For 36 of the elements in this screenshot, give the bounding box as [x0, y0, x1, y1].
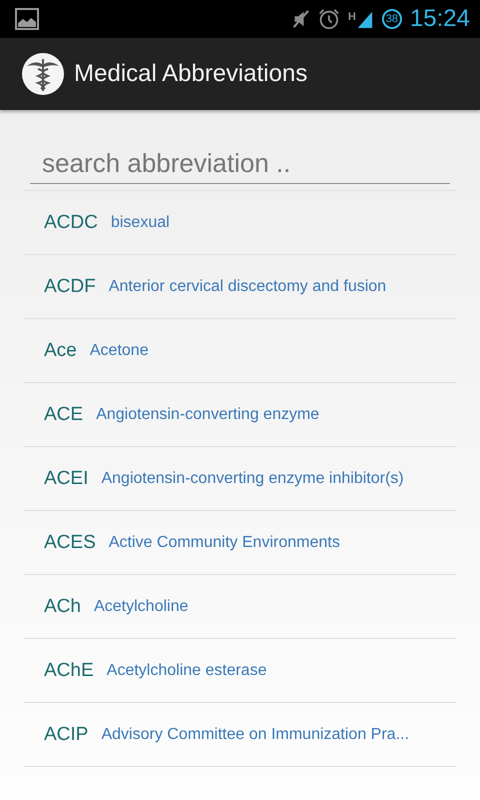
battery-level: 38	[382, 9, 402, 29]
abbreviation: ACDC	[44, 212, 98, 234]
abbreviation-row[interactable]: ACES Active Community Environments	[24, 511, 456, 575]
search-field[interactable]: search abbreviation ..	[30, 144, 450, 184]
abbreviation: ACES	[44, 532, 96, 554]
abbreviation: ACE	[44, 404, 84, 426]
abbreviation-meaning: Acetone	[90, 342, 148, 360]
abbreviation: ACIP	[44, 724, 88, 746]
abbreviation: AChE	[44, 660, 94, 682]
abbreviation-row[interactable]: ACE Angiotensin-converting enzyme	[24, 383, 456, 447]
abbreviation-meaning: bisexual	[110, 214, 170, 232]
abbreviation-row[interactable]: AChE Acetylcholine esterase	[24, 639, 456, 703]
abbreviation-row[interactable]: ACIP Advisory Committee on Immunization Pra...	[24, 703, 456, 767]
abbreviation-meaning: Angiotensin-converting enzyme inhibitor(s)	[101, 470, 404, 488]
abbreviation-meaning: Anterior cervical discectomy and fusion	[108, 278, 386, 296]
alarm-icon	[318, 8, 340, 30]
clock: 15:24	[410, 5, 470, 33]
caduceus-icon	[21, 52, 65, 96]
abbreviation: ACEI	[44, 468, 88, 490]
abbreviation: ACDF	[44, 276, 96, 298]
abbreviation-meaning: Acetylcholine	[94, 598, 188, 616]
abbreviation-row[interactable]: ACDF Anterior cervical discectomy and fusion	[24, 255, 456, 319]
abbreviation: ACh	[44, 596, 81, 618]
abbreviation-row[interactable]: Ace Acetone	[24, 319, 456, 383]
abbreviation-row[interactable]: ACEI Angiotensin-converting enzyme inhibitor(s)	[24, 447, 456, 511]
abbreviation-meaning: Angiotensin-converting enzyme	[96, 406, 320, 424]
image-icon	[15, 8, 39, 30]
abbreviation-meaning: Active Community Environments	[108, 534, 340, 552]
muted-icon	[292, 9, 310, 29]
abbreviation-row[interactable]: ACh Acetylcholine	[24, 575, 456, 639]
app-title: Medical Abbreviations	[74, 60, 308, 88]
abbreviation-meaning: Acetylcholine esterase	[106, 662, 267, 680]
abbreviation-row[interactable]: ACDC bisexual	[24, 191, 456, 255]
abbreviation-meaning: Advisory Committee on Immunization Pra...	[101, 726, 410, 744]
abbreviation: Ace	[44, 340, 77, 362]
network-type: H	[348, 11, 356, 23]
